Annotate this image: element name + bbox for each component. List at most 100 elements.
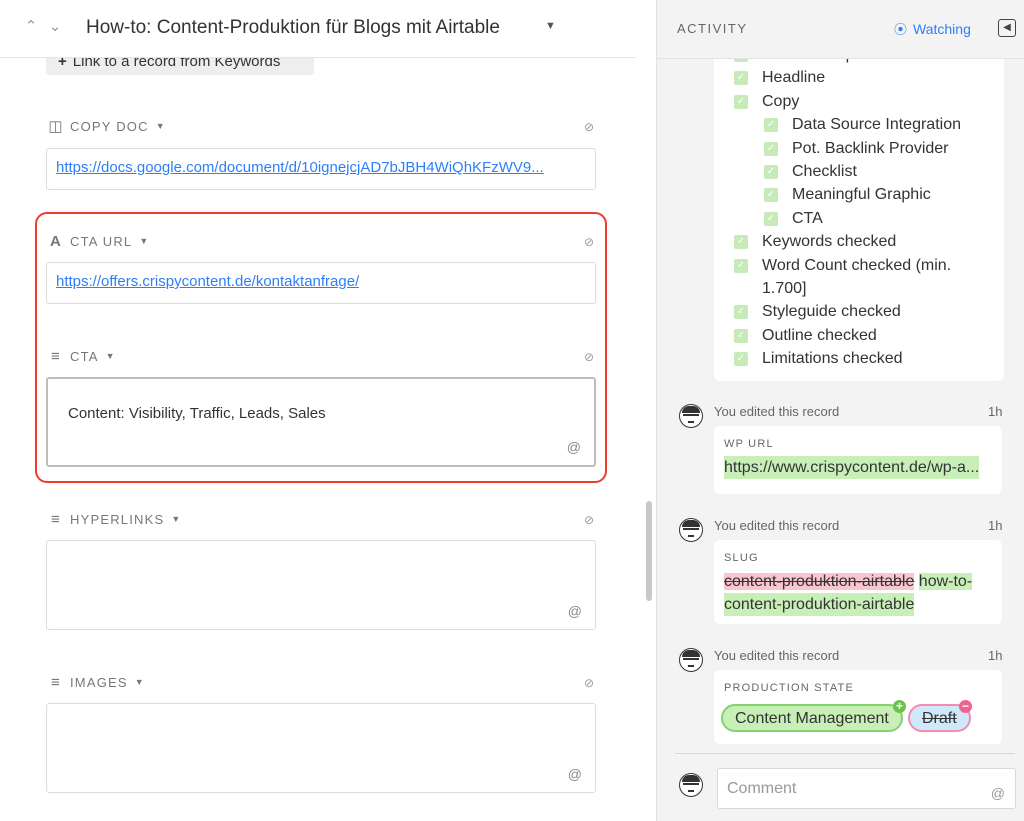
chevron-down-icon[interactable]: ▼ bbox=[156, 121, 166, 131]
comment-input[interactable]: Comment @ bbox=[717, 768, 1016, 809]
divider bbox=[675, 753, 1015, 754]
field-label-text: HYPERLINKS bbox=[70, 511, 165, 527]
activity-panel: ✓SEO Description✓Headline✓Copy✓Data Sour… bbox=[656, 0, 1024, 821]
checklist-item-label: Outline checked bbox=[762, 326, 877, 344]
plus-icon: + bbox=[893, 700, 906, 713]
chevron-down-icon[interactable]: ⌄ bbox=[46, 18, 64, 36]
edit-card: WP URL https://www.crispycontent.de/wp-a… bbox=[714, 426, 1002, 494]
long-text-icon: ≡ bbox=[51, 673, 61, 691]
chevron-down-icon[interactable]: ▼ bbox=[135, 677, 145, 687]
checklist-item: ✓ Keywords checked bbox=[734, 231, 896, 253]
copy-doc-field[interactable]: https://docs.google.com/document/d/10ign… bbox=[46, 148, 596, 190]
mention-icon[interactable]: @ bbox=[991, 785, 1005, 801]
rss-icon: ⦿ bbox=[894, 22, 908, 37]
field-label-hyperlinks[interactable]: ≡ HYPERLINKS ▼ bbox=[46, 509, 181, 529]
edit-time: 1h bbox=[988, 404, 1003, 419]
watching-button[interactable]: ⦿ Watching bbox=[894, 19, 971, 38]
checklist-item-label: Word Count checked (min. bbox=[762, 256, 952, 274]
edit-value-line: content-produktion-airtable how-to- bbox=[724, 570, 973, 593]
edit-card: PRODUCTION STATE Content Management + Dr… bbox=[714, 670, 1002, 744]
mention-icon[interactable]: @ bbox=[568, 603, 582, 619]
activity-title: ACTIVITY bbox=[677, 21, 748, 36]
checklist-item: ✓ Styleguide checked bbox=[734, 301, 901, 323]
edit-field-name: PRODUCTION STATE bbox=[724, 682, 855, 694]
link-icon: ◫ bbox=[48, 118, 64, 135]
hide-field-icon[interactable]: ⊘ bbox=[580, 676, 598, 690]
checklist-item: ✓ Pot. Backlink Provider bbox=[764, 138, 949, 160]
edit-time: 1h bbox=[988, 648, 1003, 663]
checklist-item-label: Pot. Backlink Provider bbox=[792, 139, 949, 157]
checkbox-checked-icon: ✓ bbox=[764, 141, 778, 156]
checkbox-checked-icon: ✓ bbox=[764, 118, 778, 133]
checklist-item: ✓ Headline bbox=[734, 67, 825, 89]
added-value: content-produktion-airtable bbox=[724, 593, 915, 616]
checkbox-checked-icon: ✓ bbox=[764, 211, 778, 226]
edit-meta: You edited this record bbox=[714, 648, 840, 663]
checklist-item-label: 1.700] bbox=[762, 280, 807, 297]
images-field[interactable]: @ bbox=[46, 703, 596, 793]
edit-card: SLUG content-produktion-airtable how-to-… bbox=[714, 540, 1002, 624]
scrollbar[interactable] bbox=[646, 501, 652, 601]
removed-value: content-produktion-airtable bbox=[724, 573, 915, 590]
checklist-item: ✓ Copy bbox=[734, 91, 799, 113]
checklist-item-label: Copy bbox=[762, 92, 800, 110]
title-dropdown-icon[interactable]: ▼ bbox=[545, 20, 556, 32]
checklist-item: ✓ CTA bbox=[764, 208, 823, 230]
activity-header: ACTIVITY ⦿ Watching ◀ bbox=[657, 0, 1024, 58]
checklist-item-label: Styleguide checked bbox=[762, 303, 901, 321]
avatar bbox=[679, 648, 703, 672]
checkbox-checked-icon: ✓ bbox=[734, 94, 748, 109]
checklist-item: 1.700] bbox=[762, 278, 806, 300]
added-pill: Content Management bbox=[721, 704, 903, 732]
checklist-item: ✓ Meaningful Graphic bbox=[764, 184, 931, 206]
checklist-item-label: Data Source Integration bbox=[792, 116, 961, 134]
long-text-icon: ≡ bbox=[51, 510, 61, 528]
comment-placeholder: Comment bbox=[727, 780, 797, 797]
checkbox-checked-icon: ✓ bbox=[734, 71, 748, 86]
divider bbox=[657, 58, 1024, 59]
added-value: https://www.crispycontent.de/wp-a... bbox=[724, 456, 980, 479]
avatar bbox=[679, 518, 703, 542]
hyperlinks-field[interactable]: @ bbox=[46, 540, 596, 630]
copy-doc-link[interactable]: https://docs.google.com/document/d/10ign… bbox=[56, 159, 544, 176]
collapse-panel-icon[interactable]: ◀ bbox=[998, 19, 1016, 37]
edit-field-name: WP URL bbox=[724, 438, 774, 450]
checkbox-checked-icon: ✓ bbox=[734, 305, 748, 320]
watching-label: Watching bbox=[913, 20, 971, 37]
checkbox-checked-icon: ✓ bbox=[734, 328, 748, 343]
field-label-text: IMAGES bbox=[70, 674, 128, 690]
checklist-item-label: Headline bbox=[762, 69, 826, 87]
edit-meta: You edited this record bbox=[714, 404, 840, 419]
added-value: how-to- bbox=[918, 573, 973, 590]
field-label-text: COPY DOC bbox=[70, 118, 149, 134]
avatar bbox=[679, 404, 703, 428]
checkbox-checked-icon: ✓ bbox=[734, 258, 748, 273]
checklist-card: ✓SEO Description✓Headline✓Copy✓Data Sour… bbox=[714, 40, 1004, 381]
checklist-item-label: Keywords checked bbox=[762, 233, 897, 251]
hide-field-icon[interactable]: ⊘ bbox=[580, 513, 598, 527]
checkbox-checked-icon: ✓ bbox=[764, 188, 778, 203]
edit-meta: You edited this record bbox=[714, 518, 840, 533]
checkbox-checked-icon: ✓ bbox=[734, 352, 748, 367]
hide-field-icon[interactable]: ⊘ bbox=[580, 120, 598, 134]
checklist-item-label: CTA bbox=[792, 209, 823, 227]
record-header: ⌃ ⌄ How-to: Content-Produktion für Blogs… bbox=[0, 0, 636, 58]
mention-icon[interactable]: @ bbox=[568, 766, 582, 782]
checklist-item: ✓ Limitations checked bbox=[734, 348, 903, 370]
field-label-images[interactable]: ≡ IMAGES ▼ bbox=[46, 672, 145, 692]
checklist-item-label: Meaningful Graphic bbox=[792, 186, 931, 204]
checklist-item-label: Checklist bbox=[792, 163, 857, 180]
checklist-item: ✓ Data Source Integration bbox=[764, 114, 961, 136]
minus-icon: − bbox=[959, 700, 972, 713]
field-label-copy-doc[interactable]: ◫ COPY DOC ▼ bbox=[46, 116, 166, 136]
checklist-item: ✓ Checklist bbox=[764, 161, 857, 183]
record-detail-panel: ⌃ ⌄ How-to: Content-Produktion für Blogs… bbox=[0, 0, 656, 821]
edit-time: 1h bbox=[988, 518, 1003, 533]
chevron-up-icon[interactable]: ⌃ bbox=[22, 18, 40, 36]
record-title[interactable]: How-to: Content-Produktion für Blogs mit… bbox=[86, 17, 500, 39]
chevron-down-icon[interactable]: ▼ bbox=[171, 514, 181, 524]
checklist-item: ✓ Outline checked bbox=[734, 325, 877, 347]
checkbox-checked-icon: ✓ bbox=[734, 235, 748, 250]
checklist-item-label: Limitations checked bbox=[762, 350, 903, 368]
highlight-annotation bbox=[35, 212, 607, 483]
